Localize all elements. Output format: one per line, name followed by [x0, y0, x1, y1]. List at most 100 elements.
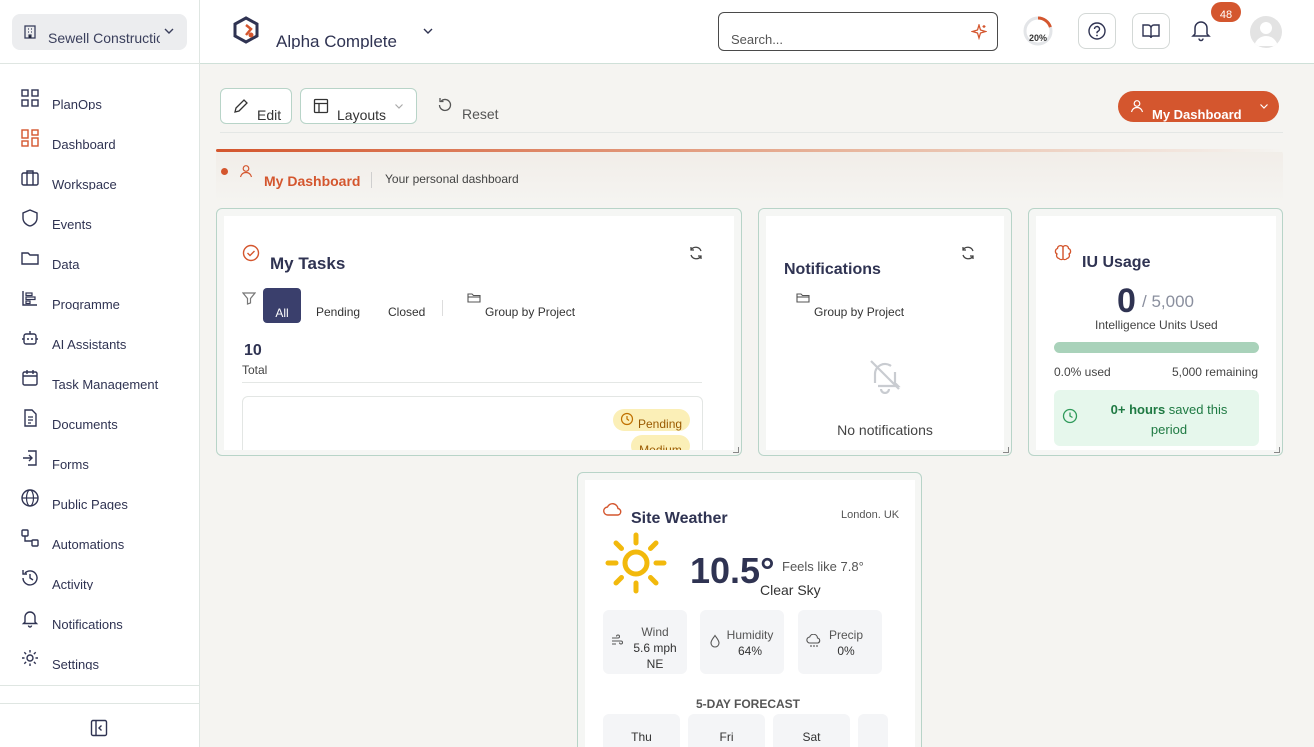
forecast-day-card	[858, 714, 888, 747]
sidebar-item-activity[interactable]: Activity	[0, 560, 200, 600]
sidebar-item-label: Settings	[52, 658, 99, 670]
wind-speed: 5.6 mph	[633, 641, 677, 655]
search-box[interactable]	[718, 12, 998, 51]
building-icon	[24, 25, 36, 39]
refresh-icon[interactable]	[688, 245, 704, 261]
tasks-count-label: Total	[242, 363, 268, 377]
sidebar-item-automations[interactable]: Automations	[0, 520, 200, 560]
precip-card: Precip 0%	[798, 610, 882, 674]
check-circle-icon	[242, 244, 260, 262]
task-card[interactable]: Pending Medium	[242, 396, 703, 450]
sidebar-divider	[0, 703, 200, 704]
my-tasks-title: My Tasks	[270, 254, 346, 273]
wind-direction: NE	[646, 657, 664, 671]
usage-progress-ring[interactable]: 20%	[1022, 15, 1054, 47]
robot-icon	[22, 331, 38, 345]
sidebar-item-planops[interactable]: PlanOps	[0, 80, 200, 120]
weather-feels-like: Feels like 7.8°	[782, 559, 864, 574]
toolbar-divider	[220, 132, 1283, 133]
sidebar-item-label: AI Assistants	[52, 338, 127, 350]
brain-icon	[1054, 245, 1072, 261]
forecast-title: 5-DAY FORECAST	[695, 697, 801, 711]
layout-icon	[313, 98, 329, 114]
sun-icon	[605, 532, 667, 594]
layouts-select[interactable]: Layouts	[300, 88, 417, 124]
humidity-card: Humidity 64%	[700, 610, 784, 674]
sidebar-item-programme[interactable]: Programme	[0, 280, 200, 320]
sidebar-item-ai-assistants[interactable]: AI Assistants	[0, 320, 200, 360]
dashboard-select-button[interactable]: My Dashboard	[1118, 91, 1279, 122]
task-status-badge: Pending	[613, 409, 690, 431]
layouts-label: Layouts	[337, 107, 387, 123]
help-button[interactable]	[1078, 13, 1116, 49]
sidebar-item-public-pages[interactable]: Public Pages	[0, 480, 200, 520]
dashboard-select-label: My Dashboard	[1152, 107, 1242, 122]
org-name: Sewell Construction	[48, 30, 160, 46]
folder-icon	[21, 252, 39, 265]
hours-saved-value: 0+ hours	[1110, 402, 1166, 417]
sidebar-item-label: Notifications	[52, 618, 123, 630]
user-icon	[239, 165, 253, 178]
filter-closed-tab[interactable]: Closed	[388, 305, 425, 319]
banner-accent-bar	[216, 149, 1283, 152]
tasks-count: 10	[244, 342, 262, 359]
refresh-icon[interactable]	[960, 245, 976, 261]
user-avatar[interactable]	[1250, 16, 1282, 48]
ai-sparkle-icon[interactable]	[971, 24, 987, 40]
site-weather-inner: Site Weather London, UK 10.5° Feels like…	[585, 480, 915, 747]
reset-icon	[438, 98, 452, 112]
sidebar-item-data[interactable]: Data	[0, 240, 200, 280]
iu-used-value: 0	[1117, 282, 1136, 320]
edit-button[interactable]: Edit	[220, 88, 292, 124]
sidebar-item-dashboard[interactable]: Dashboard	[0, 120, 200, 160]
sidebar-divider	[0, 685, 200, 686]
resize-handle[interactable]	[1003, 447, 1009, 453]
sidebar-item-events[interactable]: Events	[0, 200, 200, 240]
resize-handle[interactable]	[1274, 447, 1280, 453]
history-icon	[22, 570, 38, 586]
hours-saved-panel: 0+ hours saved this period	[1054, 390, 1259, 446]
sidebar-item-forms[interactable]: Forms	[0, 440, 200, 480]
sidebar-item-workspace[interactable]: Workspace	[0, 160, 200, 200]
book-open-icon	[1142, 24, 1160, 39]
sidebar-item-label: Programme	[52, 298, 120, 310]
gear-icon	[22, 650, 38, 666]
sidebar-collapse-icon[interactable]	[90, 719, 108, 737]
notification-count-badge: 48	[1211, 2, 1241, 22]
app-name[interactable]: Alpha Complete	[276, 32, 397, 49]
filter-pending-tab[interactable]: Pending	[316, 305, 360, 319]
sidebar-item-settings[interactable]: Settings	[0, 640, 200, 680]
dashboard-banner: My Dashboard Your personal dashboard	[216, 149, 1283, 203]
filter-all-tab[interactable]: All	[263, 288, 301, 323]
group-by-project-toggle[interactable]: Group by Project	[814, 305, 904, 319]
app-logo-icon[interactable]	[232, 16, 260, 44]
weather-location[interactable]: London, UK	[841, 508, 899, 518]
docs-button[interactable]	[1132, 13, 1170, 49]
resize-handle[interactable]	[733, 447, 739, 453]
top-header: Alpha Complete 20% 48	[200, 0, 1314, 64]
hours-saved-text: 0+ hours saved this period	[1094, 400, 1244, 440]
site-weather-widget: Site Weather London, UK 10.5° Feels like…	[577, 472, 922, 747]
search-input[interactable]	[731, 31, 951, 47]
notifications-bell-icon[interactable]	[1190, 18, 1212, 42]
group-by-project-toggle[interactable]: Group by Project	[485, 305, 575, 319]
user-icon	[1130, 100, 1144, 113]
sidebar-item-label: Forms	[52, 458, 89, 470]
filter-separator	[442, 300, 443, 316]
chevron-down-icon[interactable]	[422, 25, 434, 37]
filter-icon[interactable]	[242, 291, 256, 305]
form-login-icon	[23, 450, 37, 466]
banner-title: My Dashboard	[264, 173, 361, 189]
notifications-widget: Notifications Group by Project No notifi…	[758, 208, 1012, 456]
folder-open-icon	[796, 293, 810, 303]
edit-label: Edit	[257, 107, 282, 123]
iu-used-percent: 0.0% used	[1054, 365, 1111, 379]
sidebar-item-documents[interactable]: Documents	[0, 400, 200, 440]
humidity-value: 64%	[737, 644, 763, 658]
sidebar-item-label: PlanOps	[52, 98, 102, 110]
sidebar-item-task-management[interactable]: Task Management	[0, 360, 200, 400]
org-select[interactable]: Sewell Construction	[12, 14, 187, 50]
reset-button[interactable]: Reset	[436, 96, 499, 122]
sidebar-item-notifications[interactable]: Notifications	[0, 600, 200, 640]
banner-separator	[371, 172, 372, 188]
